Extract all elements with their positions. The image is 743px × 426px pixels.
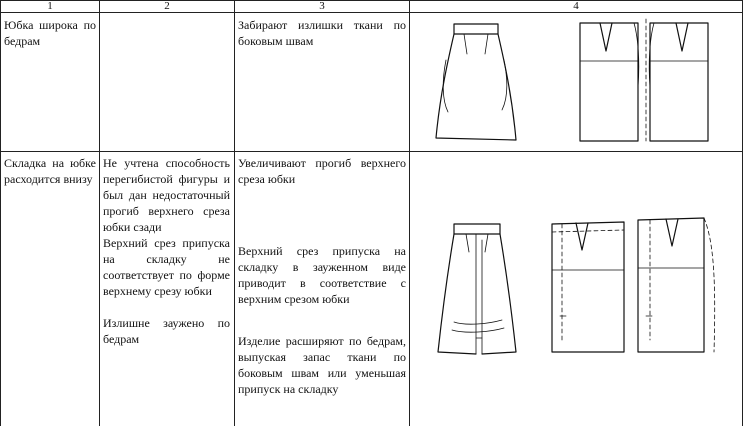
column-divider-3	[409, 0, 410, 426]
table-row-1-defect: Юбка широка по бедрам	[4, 17, 96, 49]
column-number-1: 1	[47, 0, 53, 12]
cause-text-2: Верхний срез припуска на складку не соот…	[103, 236, 230, 298]
column-number-4: 4	[573, 0, 579, 12]
column-divider-2	[234, 0, 235, 426]
row-divider	[0, 151, 743, 152]
skirt-defects-table: 1 2 3 4 Юбка широка по бедрам Забирают и…	[0, 0, 743, 426]
table-row-1-remedy: Забирают излишки ткани по боковым швам	[238, 17, 406, 49]
skirt-back-pleat-view-icon	[437, 223, 517, 355]
table-row-2-causes: Не учтена способность перегибистой фигур…	[103, 155, 230, 347]
column-divider-1	[99, 0, 100, 426]
cause-text-1: Не учтена способность перегибистой фигур…	[103, 156, 230, 234]
remedy-text-3: Изделие расширяют по бедрам, выпуская за…	[238, 334, 406, 396]
skirt-back-pattern-icon	[551, 221, 625, 353]
remedy-text: Забирают излишки ткани по боковым швам	[238, 18, 406, 48]
remedy-text-1: Увеличивают прогиб верхнего среза юбки	[238, 156, 406, 186]
defect-text: Складка на юбке расходится внизу	[4, 156, 96, 186]
column-number-3: 3	[319, 0, 325, 12]
header-bottom-border	[0, 12, 743, 13]
defect-text: Юбка широка по бедрам	[4, 18, 96, 48]
skirt-pattern-side-seams-icon	[579, 18, 709, 142]
remedy-text-2: Верхний срез припуска на складку в зауже…	[238, 244, 406, 306]
table-left-border	[0, 0, 1, 426]
table-row-2-defect: Складка на юбке расходится внизу	[4, 155, 96, 187]
skirt-back-pattern-widened-icon	[637, 217, 716, 353]
skirt-front-view-icon	[435, 23, 517, 141]
table-row-2-remedies: Увеличивают прогиб верхнего среза юбки В…	[238, 155, 406, 397]
column-number-2: 2	[164, 0, 170, 12]
cause-text-3: Излишне заужено по бедрам	[103, 316, 230, 346]
